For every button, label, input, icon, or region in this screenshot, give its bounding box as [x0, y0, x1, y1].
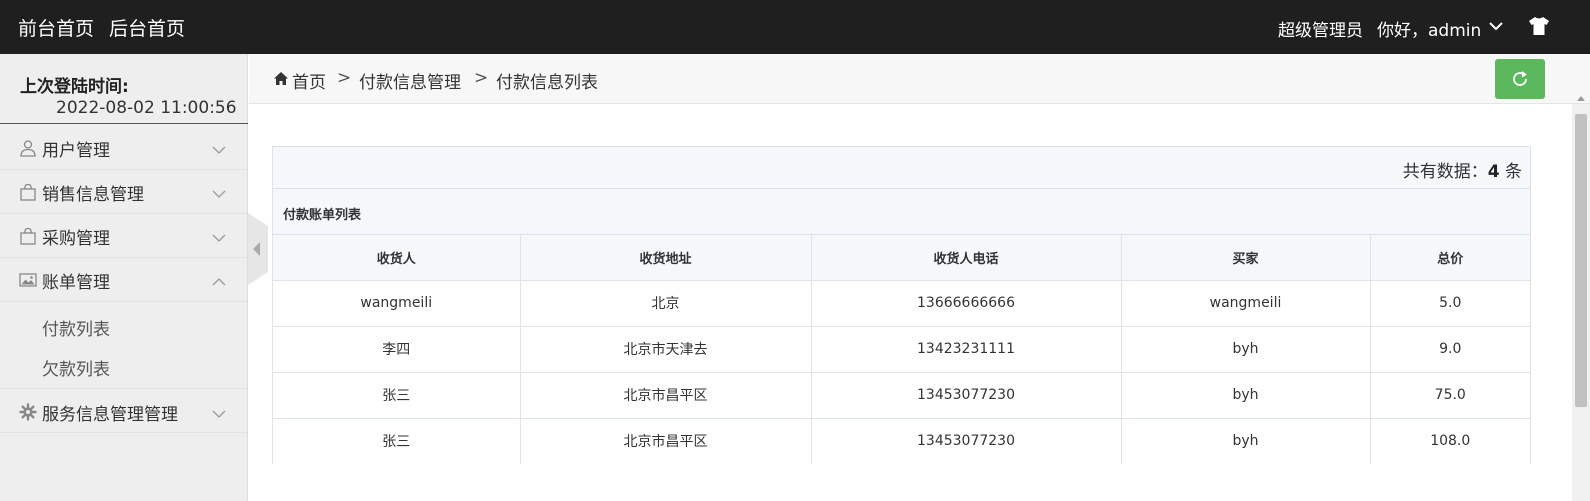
- gear-icon: [19, 403, 37, 421]
- chevron-down-icon: [212, 405, 226, 418]
- record-count-prefix: 共有数据：: [1402, 162, 1488, 182]
- cell-receiver: wangmeili: [273, 279, 521, 327]
- sidebar-item-label: 服务信息管理管理: [42, 405, 178, 425]
- submenu-item-payment-list[interactable]: 付款列表: [42, 315, 110, 340]
- column-header-buyer: 买家: [1120, 235, 1371, 281]
- refresh-button[interactable]: [1495, 59, 1545, 99]
- cell-buyer: wangmeili: [1120, 279, 1371, 327]
- sidebar: 上次登陆时间: 2022-08-02 11:00:56 用户管理 销售信息管理 …: [0, 54, 248, 501]
- cell-buyer: byh: [1120, 325, 1371, 373]
- cell-total: 108.0: [1369, 417, 1530, 464]
- cell-receiver: 李四: [273, 325, 521, 373]
- chevron-down-icon: [212, 141, 226, 154]
- sidebar-item-label: 采购管理: [42, 229, 110, 249]
- record-count-bar: 共有数据：4 条: [273, 147, 1530, 189]
- submenu-item-debt-list[interactable]: 欠款列表: [42, 355, 110, 380]
- table-header-row: 收货人 收货地址 收货人电话 买家 总价: [273, 235, 1530, 281]
- panel-title: 付款账单列表: [283, 208, 362, 223]
- user-icon: [19, 139, 37, 157]
- image-icon: [19, 271, 37, 289]
- cell-address: 北京市昌平区: [519, 371, 812, 419]
- cell-phone: 13423231111: [810, 325, 1122, 373]
- breadcrumb-payment-management[interactable]: 付款信息管理: [359, 68, 461, 93]
- cell-address: 北京: [519, 279, 812, 327]
- shopping-bag-icon: [19, 227, 37, 245]
- chevron-down-icon: [212, 229, 226, 242]
- sidebar-item-label: 销售信息管理: [42, 185, 144, 205]
- table-row: 张三 北京市昌平区 13453077230 byh 75.0: [273, 371, 1530, 419]
- breadcrumb-separator: >: [337, 68, 352, 88]
- cell-buyer: byh: [1120, 417, 1371, 464]
- record-count-suffix: 条: [1499, 162, 1522, 182]
- scroll-up-arrow[interactable]: [1577, 96, 1585, 101]
- cell-phone: 13666666666: [810, 279, 1122, 327]
- cell-phone: 13453077230: [810, 371, 1122, 419]
- column-header-receiver: 收货人: [273, 235, 521, 281]
- column-header-address: 收货地址: [519, 235, 812, 281]
- column-header-phone: 收货人电话: [810, 235, 1122, 281]
- chevron-up-icon: [212, 273, 226, 286]
- chevron-down-icon: [212, 185, 226, 198]
- refresh-icon: [1513, 71, 1527, 86]
- table-row: 张三 北京市昌平区 13453077230 byh 108.0: [273, 417, 1530, 464]
- payment-bill-table: 收货人 收货地址 收货人电话 买家 总价 wangmeili 北京 136666…: [273, 235, 1530, 464]
- caret-left-icon: [253, 242, 260, 256]
- panel-title-bar: 付款账单列表: [273, 189, 1530, 235]
- record-count: 共有数据：4 条: [1403, 157, 1522, 182]
- cell-address: 北京市天津去: [519, 325, 812, 373]
- sidebar-item-label: 账单管理: [42, 273, 110, 293]
- record-count-value: 4: [1487, 162, 1500, 182]
- cell-address: 北京市昌平区: [519, 417, 812, 464]
- cell-receiver: 张三: [273, 371, 521, 419]
- table-row: wangmeili 北京 13666666666 wangmeili 5.0: [273, 279, 1530, 327]
- column-header-total: 总价: [1369, 235, 1530, 281]
- sidebar-item-user-management[interactable]: 用户管理: [0, 125, 248, 170]
- user-role-label: 超级管理员: [1278, 21, 1363, 41]
- sidebar-item-label: 用户管理: [42, 141, 110, 161]
- sidebar-item-bill-management[interactable]: 账单管理: [0, 257, 248, 302]
- sidebar-item-service-management[interactable]: 服务信息管理管理: [0, 388, 248, 433]
- breadcrumb: 首页 > 付款信息管理 > 付款信息列表: [249, 54, 1590, 104]
- sidebar-collapse-toggle[interactable]: [248, 213, 268, 285]
- cell-total: 9.0: [1369, 325, 1530, 373]
- home-icon[interactable]: [273, 71, 289, 86]
- cell-receiver: 张三: [273, 417, 521, 464]
- sidebar-item-sales-management[interactable]: 销售信息管理: [0, 169, 248, 214]
- chevron-down-icon[interactable]: [1488, 18, 1504, 34]
- shopping-bag-icon: [19, 183, 37, 201]
- last-login-box: 上次登陆时间: 2022-08-02 11:00:56: [0, 54, 248, 124]
- cell-buyer: byh: [1120, 371, 1371, 419]
- last-login-time: 2022-08-02 11:00:56: [56, 98, 237, 118]
- cell-total: 75.0: [1369, 371, 1530, 419]
- front-home-link[interactable]: 前台首页: [18, 14, 94, 41]
- payment-bill-panel: 共有数据：4 条 付款账单列表 收货人 收货地址 收货人电话 买家 总价 wan…: [272, 146, 1531, 464]
- tshirt-icon[interactable]: [1528, 16, 1550, 36]
- breadcrumb-separator: >: [474, 68, 489, 88]
- top-navbar: 前台首页 后台首页 超级管理员 你好，admin: [0, 0, 1590, 54]
- user-greeting-menu[interactable]: 你好，admin: [1377, 16, 1481, 41]
- breadcrumb-payment-list: 付款信息列表: [496, 73, 598, 93]
- cell-total: 5.0: [1369, 279, 1530, 327]
- vertical-scrollbar[interactable]: [1572, 104, 1590, 501]
- breadcrumb-home[interactable]: 首页: [292, 68, 326, 93]
- back-home-link[interactable]: 后台首页: [109, 14, 185, 41]
- scrollbar-thumb[interactable]: [1575, 114, 1587, 407]
- sidebar-item-purchase-management[interactable]: 采购管理: [0, 213, 248, 258]
- last-login-label: 上次登陆时间:: [20, 77, 129, 97]
- cell-phone: 13453077230: [810, 417, 1122, 464]
- table-row: 李四 北京市天津去 13423231111 byh 9.0: [273, 325, 1530, 373]
